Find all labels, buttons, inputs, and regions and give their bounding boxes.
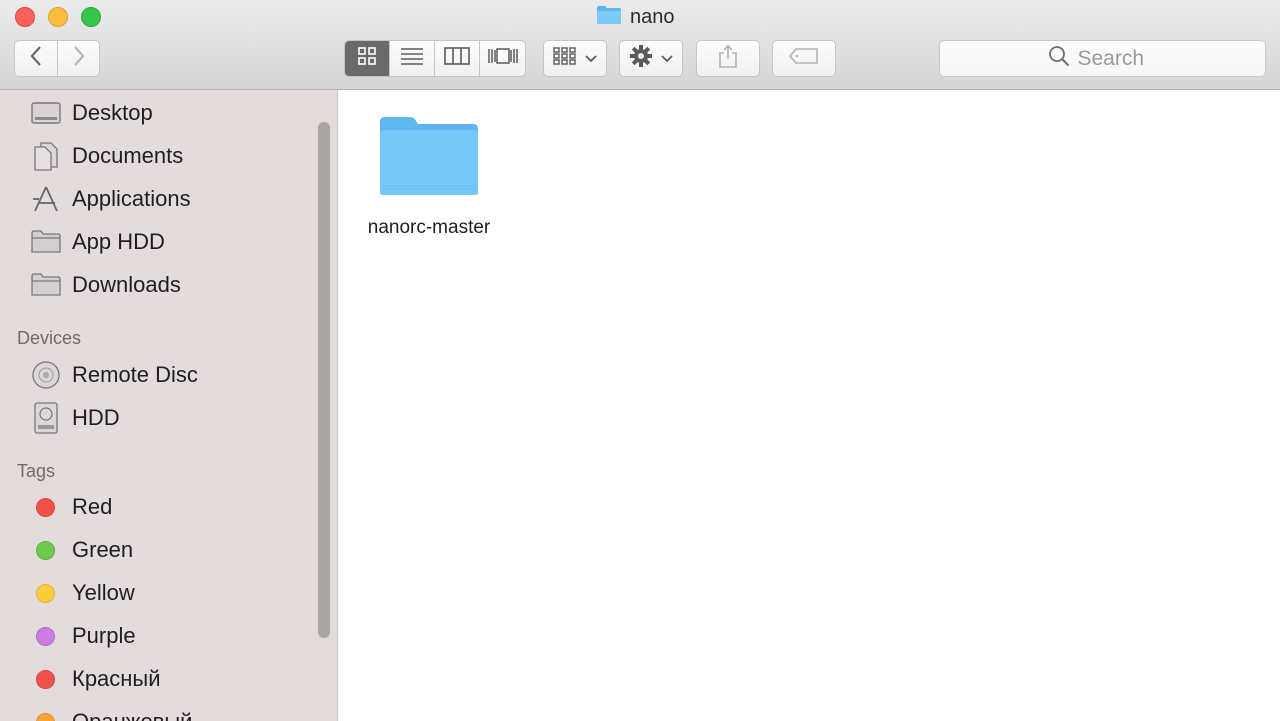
chevron-left-icon: [29, 45, 43, 72]
action-button[interactable]: [619, 40, 683, 77]
tag-color-dot: [36, 540, 55, 560]
tag-color-dot: [36, 626, 55, 646]
sidebar-item-label: Downloads: [72, 272, 181, 297]
tag-icon: [788, 48, 819, 69]
sidebar-item-label: HDD: [72, 405, 120, 430]
sidebar-heading-devices: Devices: [17, 328, 82, 348]
search-field[interactable]: [939, 40, 1266, 77]
sidebar-tag-krasny[interactable]: Красный: [30, 662, 161, 696]
cover-flow-icon: [487, 47, 519, 70]
folder-icon: [30, 269, 62, 301]
sidebar-item-label: Desktop: [72, 100, 153, 125]
list-view-button[interactable]: [390, 41, 435, 76]
sidebar-item-label: Documents: [72, 143, 184, 168]
sidebar-item-label: Remote Disc: [72, 362, 198, 387]
cover-flow-button[interactable]: [480, 41, 525, 76]
view-mode-control: [344, 40, 526, 77]
sidebar-item-label: Green: [72, 537, 134, 562]
tag-color-dot: [36, 669, 55, 689]
folder-icon: [30, 226, 62, 258]
folder-icon: [378, 114, 480, 203]
sidebar-scrollbar[interactable]: [318, 122, 330, 638]
tag-color-dot: [36, 712, 55, 721]
sidebar-tag-red[interactable]: Red: [30, 490, 112, 524]
arrange-button[interactable]: [543, 40, 607, 77]
sidebar-tag-oranzhevy[interactable]: Оранжевый: [30, 705, 192, 721]
sidebar-tag-yellow[interactable]: Yellow: [30, 576, 135, 610]
documents-icon: [30, 140, 62, 172]
sidebar-item-documents[interactable]: Documents: [30, 139, 183, 173]
folder-name: nanorc-master: [367, 217, 491, 238]
search-icon: [1048, 45, 1070, 72]
sidebar-item-desktop[interactable]: Desktop: [30, 96, 153, 130]
gear-icon: [629, 44, 653, 73]
toolbar: nano: [0, 0, 1280, 90]
sidebar: Desktop Documents Applications App HDD D…: [0, 90, 338, 721]
sidebar-item-label: Оранжевый: [72, 709, 192, 721]
disc-icon: [30, 359, 62, 391]
tag-color-dot: [36, 583, 55, 603]
icon-view-icon: [358, 47, 376, 70]
sidebar-item-label: Красный: [72, 666, 161, 691]
finder-window: nano Search Desktop Documents Applicatio…: [0, 0, 1280, 721]
minimize-button[interactable]: [48, 7, 68, 27]
window-title: nano: [596, 5, 675, 29]
sidebar-item-remote-disc[interactable]: Remote Disc: [30, 358, 198, 392]
close-button[interactable]: [15, 7, 35, 27]
sidebar-item-label: Red: [72, 494, 113, 519]
sidebar-item-app-hdd[interactable]: App HDD: [30, 225, 165, 259]
search-input[interactable]: [1077, 46, 1158, 71]
desktop-icon: [30, 97, 62, 129]
sidebar-item-label: Yellow: [72, 580, 135, 605]
chevron-down-icon: [661, 50, 673, 68]
applications-icon: [30, 183, 62, 215]
sidebar-item-hdd[interactable]: HDD: [30, 401, 120, 435]
tag-color-dot: [36, 497, 55, 517]
chevron-down-icon: [585, 50, 597, 68]
sidebar-item-label: Purple: [72, 623, 136, 648]
back-button[interactable]: [14, 40, 58, 77]
column-view-icon: [444, 47, 470, 70]
sidebar-heading-tags: Tags: [17, 461, 56, 481]
sidebar-item-label: App HDD: [72, 229, 165, 254]
share-icon: [718, 44, 738, 73]
hard-drive-icon: [30, 402, 62, 434]
icon-view-button[interactable]: [345, 41, 390, 76]
sidebar-item-label: Applications: [72, 186, 191, 211]
column-view-button[interactable]: [435, 41, 480, 76]
list-view-icon: [400, 47, 424, 70]
sidebar-item-applications[interactable]: Applications: [30, 182, 191, 216]
sidebar-item-downloads[interactable]: Downloads: [30, 268, 181, 302]
share-button[interactable]: [696, 40, 760, 77]
sidebar-tag-purple[interactable]: Purple: [30, 619, 136, 653]
chevron-right-icon: [72, 45, 86, 72]
arrange-grid-icon: [553, 47, 577, 70]
file-browser-area: nanorc-master: [339, 90, 1280, 721]
zoom-button[interactable]: [81, 7, 101, 27]
tag-button[interactable]: [772, 40, 836, 77]
folder-icon: [596, 5, 622, 30]
sidebar-tag-green[interactable]: Green: [30, 533, 133, 567]
folder-item[interactable]: nanorc-master: [359, 114, 499, 239]
forward-button[interactable]: [57, 40, 100, 77]
window-title-text: nano: [630, 5, 675, 28]
